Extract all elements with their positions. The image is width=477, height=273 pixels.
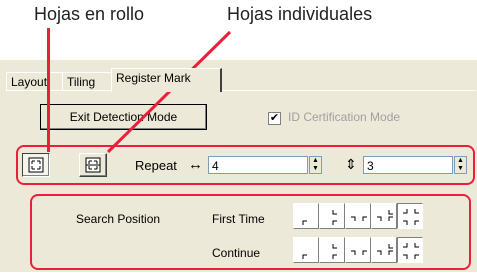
sheets-pointer-arrow	[106, 30, 232, 154]
tab-register-mark[interactable]: Register Mark	[111, 68, 222, 92]
